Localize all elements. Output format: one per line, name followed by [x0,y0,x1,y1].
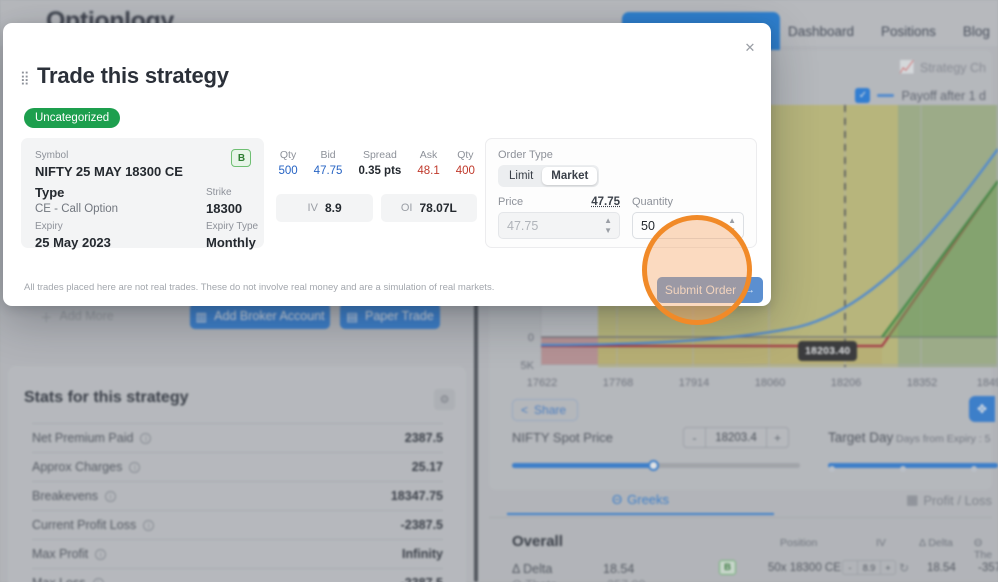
oi-value: 78.07L [419,201,457,215]
symbol-value: NIFTY 25 MAY 18300 CE [35,164,183,179]
chevron-down-icon[interactable]: ▼ [728,227,736,235]
chevron-up-icon[interactable]: ▲ [604,217,612,225]
order-panel: Order Type Limit Market Price 47.75 47.7… [485,138,757,248]
order-type-option-limit[interactable]: Limit [500,167,542,185]
chevron-up-icon[interactable]: ▲ [728,217,736,225]
modal-title: Trade this strategy [37,63,229,88]
order-type-label: Order Type [498,149,553,161]
quote-col-spread: Spread 0.35 pts [358,148,401,180]
price-label: Price [498,196,524,208]
price-input-value: 47.75 [507,218,539,233]
quantity-field-group: Quantity 50 ▲ ▼ [632,196,744,239]
quote-col-ask: Ask 48.1 [417,148,439,180]
simulation-disclaimer: All trades placed here are not real trad… [24,282,495,293]
quote-value: 48.1 [417,165,440,177]
price-spinner[interactable]: ▲ ▼ [604,217,612,235]
order-type-option-market[interactable]: Market [542,167,598,185]
submit-order-label: Submit Order [664,283,737,297]
buy-side-badge: B [231,149,252,167]
trade-strategy-modal: ⣿ Trade this strategy ✕ Uncategorized B … [3,23,771,306]
oi-key: OI [400,202,413,214]
expiry-type-label: Expiry Type [206,221,259,232]
arrow-right-icon: → [744,284,756,296]
category-chip[interactable]: Uncategorized [24,108,121,128]
chevron-down-icon[interactable]: ▼ [604,227,612,235]
price-input[interactable]: 47.75 ▲ ▼ [498,212,620,239]
order-fields-row: Price 47.75 47.75 ▲ ▼ Quantity 50 ▲ ▼ [498,196,744,239]
symbol-panel: B Symbol NIFTY 25 MAY 18300 CE Type CE -… [21,138,265,251]
expiry-type-value: Monthly [206,235,256,250]
quote-grid: Qty 500 Bid 47.75 Spread 0.35 pts Ask 48… [276,148,477,180]
quote-header: Qty [279,149,297,161]
quote-value: 0.35 pts [358,165,402,177]
quantity-label: Quantity [632,196,673,208]
quote-header: Bid [320,149,336,161]
quote-header: Spread [362,149,397,161]
quantity-input[interactable]: 50 ▲ ▼ [632,212,744,239]
order-type-segmented-control[interactable]: Limit Market [498,165,600,187]
drag-handle-icon[interactable]: ⣿ [20,71,29,84]
quote-value: 47.75 [313,165,343,177]
quote-col-bid-qty: Qty 500 [278,148,297,180]
strike-value: 18300 [206,201,243,216]
quote-header: Ask [419,149,438,161]
quote-col-ask-qty: Qty 400 [456,148,475,180]
quote-metric-boxes: IV 8.9 OI 78.07L [276,194,478,222]
strike-label: Strike [206,187,232,198]
modal-panels: B Symbol NIFTY 25 MAY 18300 CE Type CE -… [21,138,757,251]
symbol-label: Symbol [35,150,69,161]
price-field-group: Price 47.75 47.75 ▲ ▼ [498,196,620,239]
quantity-spinner[interactable]: ▲ ▼ [728,217,736,235]
oi-box: OI 78.07L [380,194,478,222]
quantity-input-value: 50 [641,218,655,233]
close-icon[interactable]: ✕ [741,39,759,57]
symbol-panel-right-column: Strike 18300 Expiry Type Monthly [206,186,258,251]
quote-header: Qty [457,149,474,161]
price-suggested-link[interactable]: 47.75 [591,196,620,208]
quote-value: 500 [278,165,298,177]
iv-key: IV [307,202,318,214]
iv-value: 8.9 [324,201,342,215]
iv-box: IV 8.9 [276,194,373,222]
quote-value: 400 [455,165,475,177]
quote-panel: Qty 500 Bid 47.75 Spread 0.35 pts Ask 48… [264,138,485,248]
quote-col-bid: Bid 47.75 [314,148,343,180]
submit-order-button[interactable]: Submit Order → [657,277,763,303]
